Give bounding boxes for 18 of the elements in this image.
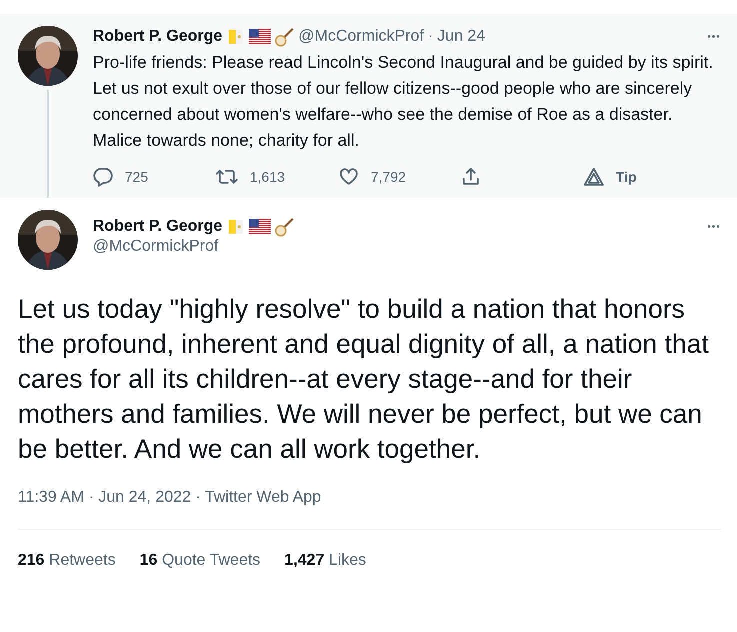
like-button[interactable]: 7,792 <box>339 167 461 187</box>
retweet-button[interactable]: 1,613 <box>216 167 339 187</box>
author-name[interactable]: Robert P. George <box>93 28 223 46</box>
stat-link[interactable]: 1,427 Likes <box>284 552 366 570</box>
author-name[interactable]: Robert P. George <box>93 218 223 236</box>
author-handle[interactable]: @McCormickProf <box>298 28 424 46</box>
tweet-text: Pro-life friends: Please read Lincoln's Second Inaugural and be guided by its spirit. Let us not exult over those of our fellow citizens--good people who are sincerely concerned about women's welfare--who see the demise of Roe as a disaster. Malice towards none; charity for all. <box>93 52 714 152</box>
separator: · <box>428 28 434 46</box>
tweet-timestamp[interactable]: 11:39 AM · Jun 24, 2022 · Twitter Web App <box>18 489 721 507</box>
tip-button[interactable]: Tip <box>584 168 654 186</box>
stat-link[interactable]: 216 Retweets <box>18 552 116 570</box>
author-handle[interactable]: @McCormickProf <box>93 238 721 256</box>
more-button[interactable]: ••• <box>707 222 721 232</box>
tweet-date[interactable]: Jun 24 <box>437 28 486 46</box>
stat-link[interactable]: 16 Quote Tweets <box>140 552 261 570</box>
reply-button[interactable]: 725 <box>93 167 216 187</box>
tweet-text: Let us today "highly resolve" to build a nation that honors the profound, inherent and equal dignity of all, a nation that cares for all its children--at every stage--and for their mothers and families. We will never be perfect, but we can be better. And we can all work together. <box>18 293 710 466</box>
more-button[interactable]: ••• <box>707 32 721 42</box>
